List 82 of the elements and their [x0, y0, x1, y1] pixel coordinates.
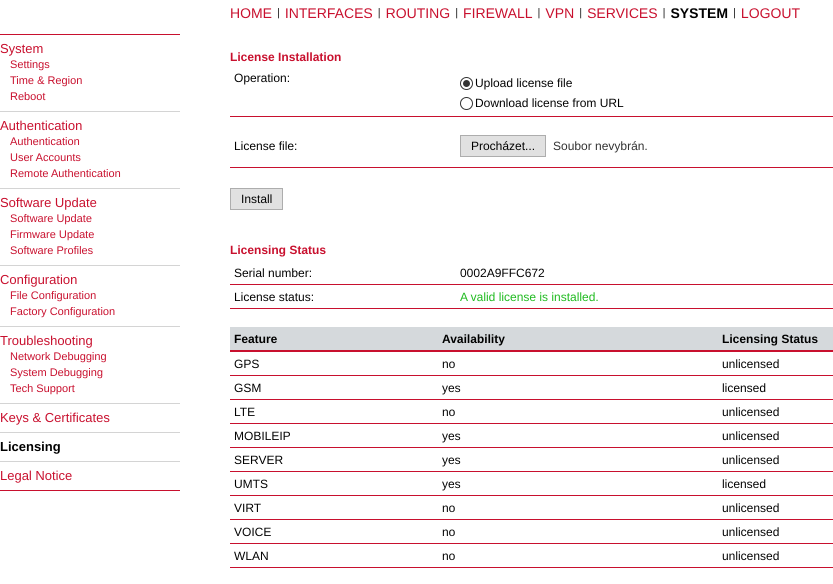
sidebar-section[interactable]: Keys & Certificates — [0, 410, 180, 426]
nav-link[interactable]: ROUTING — [386, 3, 450, 24]
column-header: Licensing Status — [721, 330, 820, 348]
sidebar-link[interactable]: Remote Authentication — [0, 166, 121, 182]
radio-label: Download license from URL — [475, 95, 624, 112]
table-cell-text: unlicensed — [721, 524, 780, 540]
table-cell-text: unlicensed — [721, 356, 780, 372]
table-cell-text: unlicensed — [721, 548, 780, 564]
radio-button[interactable] — [460, 96, 473, 110]
table-cell-text: yes — [441, 380, 462, 396]
sidebar-link[interactable]: System Debugging — [0, 365, 103, 381]
nav-separator: | — [662, 6, 666, 22]
nav-separator: | — [538, 6, 540, 22]
sidebar-section[interactable]: Licensing — [0, 439, 180, 455]
browse-button[interactable]: Procházet... — [460, 135, 546, 157]
nav-separator: | — [378, 6, 381, 22]
table-cell-text: no — [441, 356, 456, 372]
sidebar-link[interactable]: File Configuration — [0, 288, 96, 304]
table-cell-text: yes — [441, 428, 462, 444]
table-cell-text: no — [441, 548, 456, 564]
table-cell-text: no — [441, 524, 456, 540]
table-cell-text: UMTS — [233, 476, 269, 492]
table-cell-text: licensed — [721, 380, 768, 396]
nav-link[interactable]: LOGOUT — [740, 3, 800, 24]
table-cell-text: GSM — [233, 380, 262, 396]
install-button[interactable]: Install — [230, 188, 284, 210]
sidebar-section[interactable]: Configuration — [0, 272, 180, 288]
file-status: Soubor nevybrán. — [553, 138, 648, 155]
sidebar-section[interactable]: Software Update — [0, 195, 180, 211]
table-cell-text: licensed — [721, 476, 768, 492]
nav-separator: | — [733, 6, 736, 22]
sidebar-link[interactable]: Software Profiles — [0, 243, 94, 259]
section-title: Licensing Status — [230, 242, 328, 257]
field-value: 0002A9FFC672 — [460, 264, 545, 282]
sidebar-link[interactable]: Tech Support — [0, 381, 75, 397]
sidebar-section[interactable]: Troubleshooting — [0, 333, 180, 349]
section-title: License Installation — [230, 49, 342, 64]
nav-link[interactable]: SERVICES — [587, 3, 658, 24]
nav-link[interactable]: HOME — [230, 3, 272, 24]
sidebar-link[interactable]: Authentication — [0, 134, 80, 150]
table-cell-text: VOICE — [233, 524, 272, 540]
table-cell-text: unlicensed — [721, 452, 780, 468]
table-cell-text: yes — [441, 476, 462, 492]
field-label: License file: — [233, 138, 298, 155]
status-message: A valid license is installed. — [460, 288, 599, 306]
sidebar-section[interactable]: System — [0, 41, 180, 57]
sidebar-link[interactable]: Factory Configuration — [0, 304, 116, 320]
column-header: Feature — [233, 330, 278, 348]
sidebar-section[interactable]: Authentication — [0, 118, 180, 134]
radio-button[interactable] — [460, 76, 473, 90]
table-cell-text: unlicensed — [721, 428, 780, 444]
nav-link[interactable]: SYSTEM — [670, 3, 728, 24]
field-label: Serial number: — [233, 264, 314, 282]
table-cell-text: VIRT — [233, 500, 262, 516]
table-cell-text: no — [441, 500, 456, 516]
sidebar-section[interactable]: Legal Notice — [0, 468, 180, 484]
table-cell-text: unlicensed — [721, 500, 780, 516]
nav-link[interactable]: FIREWALL — [463, 3, 533, 24]
table-cell-text: yes — [441, 452, 462, 468]
field-label: Operation: — [233, 70, 292, 87]
column-header: Availability — [441, 330, 506, 348]
field-label: License status: — [233, 288, 316, 306]
radio-label: Upload license file — [475, 75, 572, 92]
table-cell-text: unlicensed — [721, 404, 780, 420]
table-cell-text: LTE — [233, 404, 256, 420]
table-cell-text: SERVER — [233, 452, 284, 468]
nav-separator: | — [455, 6, 458, 22]
sidebar-link[interactable]: User Accounts — [0, 150, 81, 166]
sidebar-link[interactable]: Reboot — [0, 89, 46, 105]
sidebar-link[interactable]: Settings — [0, 57, 50, 73]
table-cell-text: MOBILEIP — [233, 428, 292, 444]
table-cell-text: WLAN — [233, 548, 270, 564]
nav-separator: | — [579, 6, 582, 22]
sidebar-link[interactable]: Firmware Update — [0, 227, 94, 243]
sidebar-link[interactable]: Software Update — [0, 211, 92, 227]
sidebar-link[interactable]: Time & Region — [0, 73, 82, 89]
table-cell-text: no — [441, 404, 456, 420]
table-cell-text: GPS — [233, 356, 260, 372]
nav-link[interactable]: INTERFACES — [284, 3, 373, 24]
sidebar-link[interactable]: Network Debugging — [0, 349, 107, 365]
nav-separator: | — [277, 6, 280, 22]
nav-link[interactable]: VPN — [545, 3, 574, 24]
